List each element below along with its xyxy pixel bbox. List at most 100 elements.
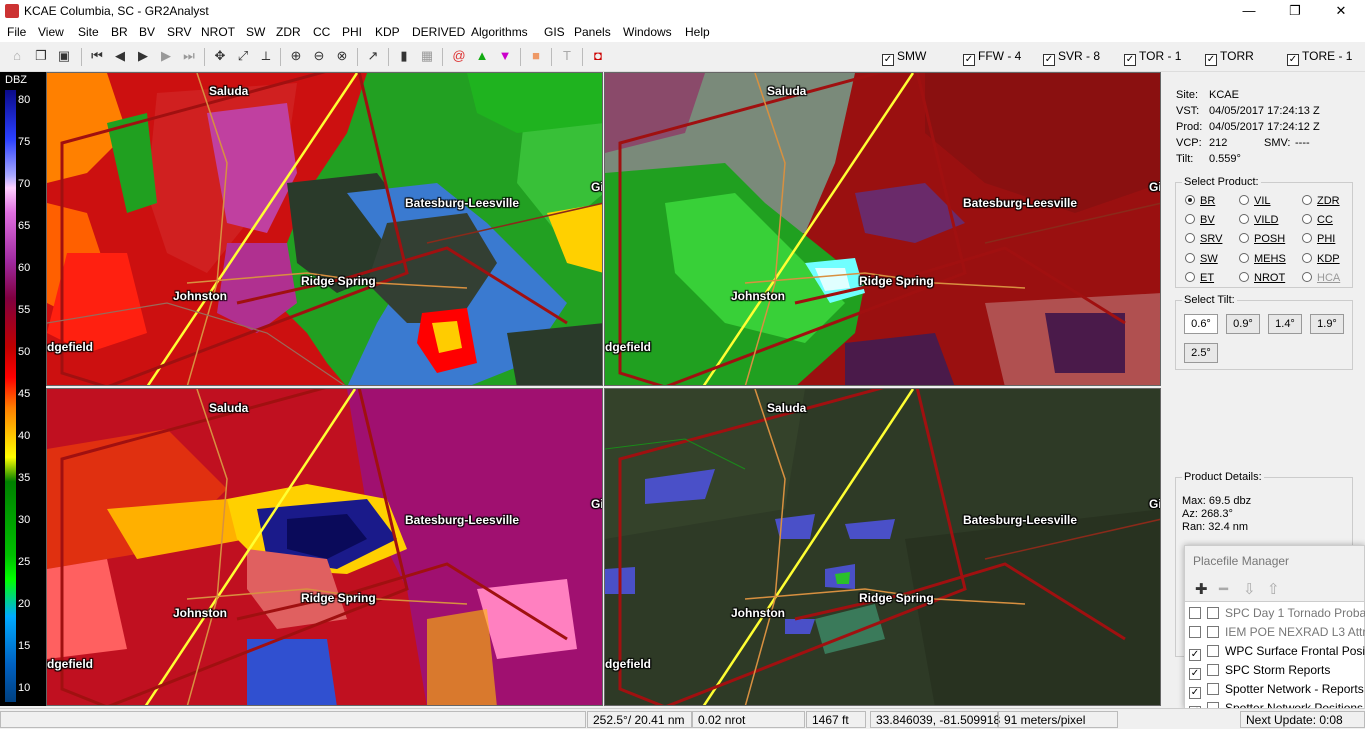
checkbox-icon[interactable] bbox=[1207, 645, 1219, 657]
tilt-button-1-9[interactable]: 1.9° bbox=[1310, 314, 1344, 334]
menu-sw[interactable]: SW bbox=[246, 25, 265, 39]
volume-icon[interactable]: ▮ bbox=[395, 47, 413, 65]
product-radio-nrot[interactable]: NROT bbox=[1239, 272, 1285, 284]
pick-icon[interactable]: ↗ bbox=[364, 47, 382, 65]
radar-panel-velocity[interactable]: Saluda Batesburg-Leesville Johnston Ridg… bbox=[604, 72, 1161, 386]
warning-toggle-tor[interactable]: ✓ TOR - 1 bbox=[1124, 49, 1181, 66]
move-down-icon[interactable]: ⇩ bbox=[1243, 580, 1256, 598]
export-icon[interactable]: ▣ bbox=[55, 47, 73, 65]
menu-site[interactable]: Site bbox=[78, 25, 99, 39]
checkbox-icon[interactable] bbox=[1189, 607, 1201, 619]
checkbox-icon[interactable] bbox=[1207, 626, 1219, 638]
city-label: Saluda bbox=[209, 84, 249, 98]
zoom-in-icon[interactable]: ⊕ bbox=[287, 47, 305, 65]
zoom-out-icon[interactable]: ⊖ bbox=[310, 47, 328, 65]
tilt-button-1-4[interactable]: 1.4° bbox=[1268, 314, 1302, 334]
product-radio-mehs[interactable]: MEHS bbox=[1239, 253, 1286, 265]
menu-derived[interactable]: DERIVED bbox=[412, 25, 465, 39]
radar-panel-basemap[interactable]: Saluda Batesburg-Leesville Johnston Ridg… bbox=[604, 388, 1161, 706]
next-frame-icon[interactable]: ▶ bbox=[157, 47, 175, 65]
menu-zdr[interactable]: ZDR bbox=[276, 25, 301, 39]
placefile-row[interactable]: SPC Day 1 Tornado Probab bbox=[1189, 606, 1365, 620]
product-radio-srv[interactable]: SRV bbox=[1185, 233, 1222, 245]
pan-tool-icon[interactable]: ✥ bbox=[211, 47, 229, 65]
checkbox-icon[interactable] bbox=[1189, 626, 1201, 638]
menu-view[interactable]: View bbox=[38, 25, 64, 39]
prev-frame-icon[interactable]: ◀ bbox=[111, 47, 129, 65]
move-up-icon[interactable]: ⇧ bbox=[1267, 580, 1280, 598]
warning-toggle-tore[interactable]: ✓ TORE - 1 bbox=[1287, 49, 1352, 66]
stop-icon[interactable]: ◘ bbox=[589, 47, 607, 65]
measure-tool-icon[interactable]: ⤢ bbox=[234, 47, 252, 65]
hail-icon[interactable]: ■ bbox=[527, 47, 545, 65]
cross-section-icon[interactable]: ⟂ bbox=[257, 47, 275, 65]
radar-panel-reflectivity[interactable]: Saluda Batesburg-Leesville Johnston Ridg… bbox=[46, 72, 603, 386]
zoom-reset-icon[interactable]: ⊗ bbox=[333, 47, 351, 65]
product-radio-et[interactable]: ET bbox=[1185, 272, 1214, 284]
tilt-button-0-6[interactable]: 0.6° bbox=[1184, 314, 1218, 334]
copy-icon[interactable]: ❐ bbox=[32, 47, 50, 65]
product-radio-cc[interactable]: CC bbox=[1302, 214, 1333, 226]
checkbox-icon[interactable]: ✓ bbox=[1124, 54, 1136, 66]
warning-toggle-torr[interactable]: ✓ TORR bbox=[1205, 49, 1254, 66]
checkbox-icon[interactable]: ✓ bbox=[963, 54, 975, 66]
close-button[interactable]: ✕ bbox=[1318, 2, 1364, 20]
menu-gis[interactable]: GIS bbox=[544, 25, 565, 39]
play-icon[interactable]: ▶ bbox=[134, 47, 152, 65]
first-frame-icon[interactable]: ⏮ bbox=[88, 47, 106, 65]
checkbox-icon[interactable]: ✓ bbox=[1189, 649, 1201, 661]
warning-toggle-svr[interactable]: ✓ SVR - 8 bbox=[1043, 49, 1100, 66]
tvs-triangle-icon[interactable]: ▼ bbox=[496, 47, 514, 65]
scale-tick: 20 bbox=[18, 598, 31, 610]
checkbox-icon[interactable]: ✓ bbox=[1287, 54, 1299, 66]
radar-panel-cc[interactable]: Saluda Batesburg-Leesville Johnston Ridg… bbox=[46, 388, 603, 706]
menu-file[interactable]: File bbox=[7, 25, 26, 39]
menu-br[interactable]: BR bbox=[111, 25, 128, 39]
checkbox-icon[interactable] bbox=[1207, 607, 1219, 619]
menu-algorithms[interactable]: Algorithms bbox=[471, 25, 528, 39]
menu-kdp[interactable]: KDP bbox=[375, 25, 400, 39]
placefile-row[interactable]: IEM POE NEXRAD L3 Attrib bbox=[1189, 625, 1365, 639]
tilt-button-2-5[interactable]: 2.5° bbox=[1184, 343, 1218, 363]
checkbox-icon[interactable]: ✓ bbox=[1189, 668, 1201, 680]
warning-toggle-ffw[interactable]: ✓ FFW - 4 bbox=[963, 49, 1021, 66]
product-radio-posh[interactable]: POSH bbox=[1239, 233, 1285, 245]
checkbox-icon[interactable] bbox=[1207, 664, 1219, 676]
product-radio-phi[interactable]: PHI bbox=[1302, 233, 1335, 245]
placefile-row[interactable]: ✓ SPC Storm Reports bbox=[1189, 663, 1330, 680]
menu-nrot[interactable]: NROT bbox=[201, 25, 235, 39]
menu-phi[interactable]: PHI bbox=[342, 25, 362, 39]
remove-icon[interactable]: ━ bbox=[1219, 580, 1228, 598]
checkbox-icon[interactable]: ✓ bbox=[1043, 54, 1055, 66]
checkbox-icon[interactable]: ✓ bbox=[1205, 54, 1217, 66]
product-radio-zdr[interactable]: ZDR bbox=[1302, 195, 1340, 207]
checkbox-icon[interactable]: ✓ bbox=[882, 54, 894, 66]
product-radio-vild[interactable]: VILD bbox=[1239, 214, 1278, 226]
hurricane-icon[interactable]: @ bbox=[450, 47, 468, 65]
minimize-button[interactable]: — bbox=[1226, 2, 1272, 20]
last-frame-icon[interactable]: ⏭ bbox=[180, 47, 198, 65]
product-radio-vil[interactable]: VIL bbox=[1239, 195, 1271, 207]
product-radio-br[interactable]: BR bbox=[1185, 195, 1215, 207]
menu-cc[interactable]: CC bbox=[313, 25, 330, 39]
home-icon[interactable]: ⌂ bbox=[8, 47, 26, 65]
placefile-row[interactable]: ✓ WPC Surface Frontal Positi bbox=[1189, 644, 1365, 661]
product-radio-sw[interactable]: SW bbox=[1185, 253, 1218, 265]
menu-bv[interactable]: BV bbox=[139, 25, 155, 39]
checkbox-icon[interactable] bbox=[1207, 683, 1219, 695]
add-icon[interactable]: ✚ bbox=[1195, 580, 1208, 598]
product-radio-bv[interactable]: BV bbox=[1185, 214, 1215, 226]
meso-triangle-icon[interactable]: ▲ bbox=[473, 47, 491, 65]
grid-icon[interactable]: ▦ bbox=[418, 47, 436, 65]
product-radio-kdp[interactable]: KDP bbox=[1302, 253, 1340, 265]
text-tool-icon[interactable]: T bbox=[558, 47, 576, 65]
warning-toggle-smw[interactable]: ✓ SMW bbox=[882, 49, 926, 66]
checkbox-icon[interactable]: ✓ bbox=[1189, 687, 1201, 699]
menu-windows[interactable]: Windows bbox=[623, 25, 672, 39]
tilt-button-0-9[interactable]: 0.9° bbox=[1226, 314, 1260, 334]
maximize-button[interactable]: ❐ bbox=[1272, 2, 1318, 20]
menu-panels[interactable]: Panels bbox=[574, 25, 611, 39]
menu-help[interactable]: Help bbox=[685, 25, 710, 39]
placefile-row[interactable]: ✓ Spotter Network - Reports bbox=[1189, 682, 1364, 699]
menu-srv[interactable]: SRV bbox=[167, 25, 191, 39]
